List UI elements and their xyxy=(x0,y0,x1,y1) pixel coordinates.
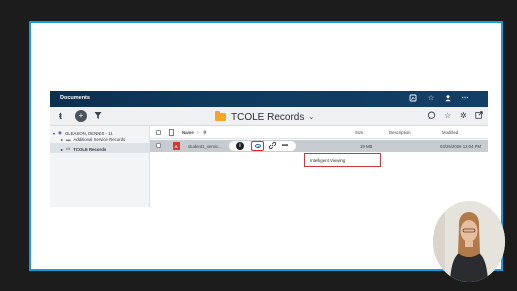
tooltip-label: Intelligent Viewing xyxy=(310,158,346,163)
list-header: Name ↑ ⚲ Size Description Modified xyxy=(150,126,488,139)
modified-column-header[interactable]: Modified xyxy=(442,130,458,135)
file-size: 19 MB xyxy=(360,144,373,149)
pdf-file-icon xyxy=(173,142,180,150)
comment-icon[interactable] xyxy=(427,111,436,123)
select-all-checkbox[interactable] xyxy=(156,130,161,135)
presentation-slide: Documents ☆ ⋯ ŧ + TCOLE Records ⌄ ☆ ✲ ▾ … xyxy=(29,21,503,271)
back-icon[interactable]: ŧ xyxy=(59,111,62,121)
size-column-header[interactable]: Size xyxy=(355,130,363,135)
screen: Documents ☆ ⋯ ŧ + TCOLE Records ⌄ ☆ ✲ ▾ … xyxy=(0,0,517,291)
folder-icon xyxy=(215,111,226,121)
chevron-right-icon[interactable]: ▸ xyxy=(61,137,63,142)
file-list: Name ↑ ⚲ Size Description Modified stude… xyxy=(150,126,488,207)
folder-icon: ▬ xyxy=(66,137,71,142)
intelligent-viewing-button[interactable] xyxy=(251,141,264,151)
gear-icon[interactable]: ✲ xyxy=(460,111,467,121)
dashboard-icon[interactable] xyxy=(408,94,418,104)
documents-app-window: Documents ☆ ⋯ ŧ + TCOLE Records ⌄ ☆ ✲ ▾ … xyxy=(50,91,488,207)
tree-root-label: GLEASON, DENNIS - 11 xyxy=(64,130,113,136)
chevron-right-icon[interactable]: ▸ xyxy=(61,147,63,152)
folder-title[interactable]: TCOLE Records ⌄ xyxy=(215,111,314,123)
user-icon[interactable] xyxy=(443,94,453,104)
folder-title-text: TCOLE Records xyxy=(231,111,305,123)
document-type-icon xyxy=(169,129,174,137)
filter-icon[interactable] xyxy=(94,111,102,123)
add-icon[interactable]: + xyxy=(75,110,87,122)
file-modified: 03/25/2026 12:04 PM xyxy=(440,144,482,149)
folder-toolbar: ŧ + TCOLE Records ⌄ ☆ ✲ xyxy=(50,107,488,126)
sort-ascending-icon[interactable]: ↑ xyxy=(197,130,199,135)
star-icon[interactable]: ☆ xyxy=(426,94,436,104)
tree-item-tcole-records[interactable]: ▸ ▭ TCOLE Records xyxy=(61,146,106,152)
tree-root[interactable]: ▾ ◉ GLEASON, DENNIS - 11 xyxy=(53,130,113,136)
info-icon[interactable]: i xyxy=(236,142,244,150)
star-icon[interactable]: ☆ xyxy=(444,111,451,121)
app-titlebar: Documents ☆ ⋯ xyxy=(50,91,488,107)
more-icon[interactable]: ⋯ xyxy=(460,94,470,104)
table-row[interactable]: student1_servic... i ••• 19 MB 03/25/202… xyxy=(150,140,488,152)
search-icon[interactable]: ⚲ xyxy=(203,130,206,135)
external-link-icon[interactable] xyxy=(475,111,483,122)
tree-item-label: Additional Service Records xyxy=(73,137,126,142)
presenter-webcam xyxy=(433,201,505,282)
chevron-down-icon[interactable]: ⌄ xyxy=(308,113,314,121)
chevron-down-icon[interactable]: ▾ xyxy=(53,131,55,136)
eye-icon xyxy=(255,144,261,148)
row-checkbox[interactable] xyxy=(156,143,161,148)
link-icon[interactable] xyxy=(268,141,276,150)
folder-tree: ▾ ◉ GLEASON, DENNIS - 11 ▸ ▬ Additional … xyxy=(50,126,150,207)
folder-icon: ▭ xyxy=(66,146,71,151)
row-action-bar: i ••• xyxy=(229,141,296,151)
name-column-header[interactable]: Name ↑ ⚲ xyxy=(182,130,206,136)
description-column-header[interactable]: Description xyxy=(389,130,411,135)
file-name[interactable]: student1_servic... xyxy=(188,144,222,149)
more-actions-icon[interactable]: ••• xyxy=(280,142,290,150)
tree-item-label: TCOLE Records xyxy=(73,146,107,152)
tree-item-additional-service-records[interactable]: ▸ ▬ Additional Service Records xyxy=(61,137,125,142)
name-column-label: Name xyxy=(182,130,194,135)
person-folder-icon: ◉ xyxy=(58,130,62,135)
app-title: Documents xyxy=(60,95,90,101)
intelligent-viewing-tooltip[interactable]: Intelligent Viewing xyxy=(304,153,381,167)
